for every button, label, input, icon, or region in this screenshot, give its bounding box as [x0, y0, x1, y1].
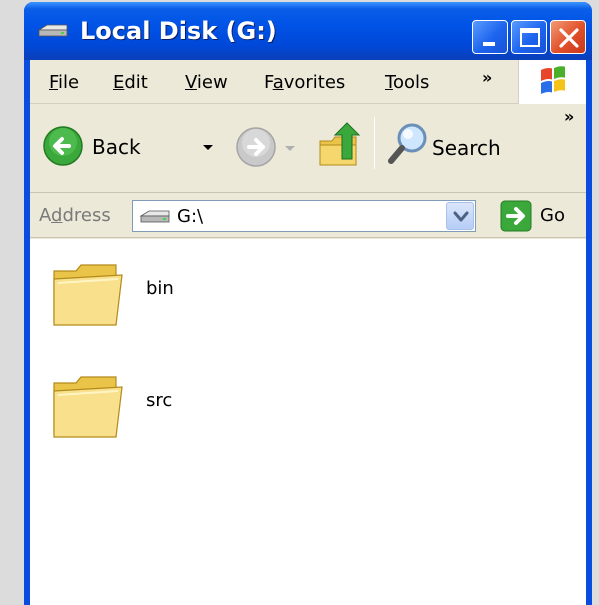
address-bar: Address G:\ Go [30, 194, 586, 238]
toolbar-overflow-chevron[interactable]: » [564, 107, 574, 126]
up-folder-icon[interactable] [316, 119, 362, 169]
address-value: G:\ [177, 206, 204, 227]
window-client-area: File Edit View Favorites Tools » Back Se… [30, 60, 586, 605]
menu-favorites[interactable]: Favorites [264, 70, 345, 96]
folder-icon [53, 264, 123, 326]
standard-toolbar: Back Search » [30, 105, 586, 193]
folder-icon [53, 376, 123, 438]
forward-dropdown-arrow-icon[interactable] [284, 145, 296, 153]
address-dropdown-button[interactable] [446, 202, 474, 230]
go-arrow-icon[interactable] [500, 200, 532, 232]
toolbar-separator [374, 117, 375, 169]
drive-icon [139, 210, 170, 223]
explorer-window: Local Disk (G:) File Edit View Favorites… [24, 2, 592, 605]
menu-tools[interactable]: Tools [385, 70, 429, 96]
list-item[interactable]: bin [50, 255, 350, 335]
forward-arrow-icon[interactable] [234, 125, 278, 169]
menu-bar: File Edit View Favorites Tools » [30, 60, 586, 104]
file-name: bin [146, 278, 174, 299]
back-dropdown-arrow-icon[interactable] [201, 143, 215, 153]
maximize-icon [520, 28, 540, 47]
minimize-icon [483, 42, 495, 46]
title-bar[interactable]: Local Disk (G:) [24, 2, 592, 60]
address-label: Address [39, 205, 111, 226]
maximize-button[interactable] [511, 20, 547, 54]
back-arrow-icon [43, 126, 83, 166]
file-name: src [146, 390, 173, 411]
list-item[interactable]: src [50, 367, 350, 447]
file-list-pane[interactable]: bin src [30, 239, 586, 605]
go-button[interactable]: Go [540, 203, 565, 229]
windows-logo-area [518, 60, 586, 104]
drive-icon [37, 24, 68, 37]
search-magnifier-icon [388, 123, 427, 164]
close-icon [559, 28, 579, 48]
back-button[interactable]: Back [38, 125, 198, 169]
address-input[interactable]: G:\ [132, 200, 476, 232]
menu-edit[interactable]: Edit [113, 70, 148, 96]
chevron-down-icon [453, 211, 469, 222]
menu-overflow-chevron[interactable]: » [482, 68, 492, 87]
windows-flag-icon [541, 66, 565, 94]
close-button[interactable] [550, 20, 586, 54]
search-label: Search [432, 136, 501, 160]
window-title: Local Disk (G:) [80, 17, 277, 45]
menu-file[interactable]: File [49, 70, 79, 96]
minimize-button[interactable] [472, 20, 508, 54]
back-label: Back [92, 135, 141, 159]
menu-view[interactable]: View [185, 70, 228, 96]
search-button[interactable]: Search [382, 119, 532, 171]
